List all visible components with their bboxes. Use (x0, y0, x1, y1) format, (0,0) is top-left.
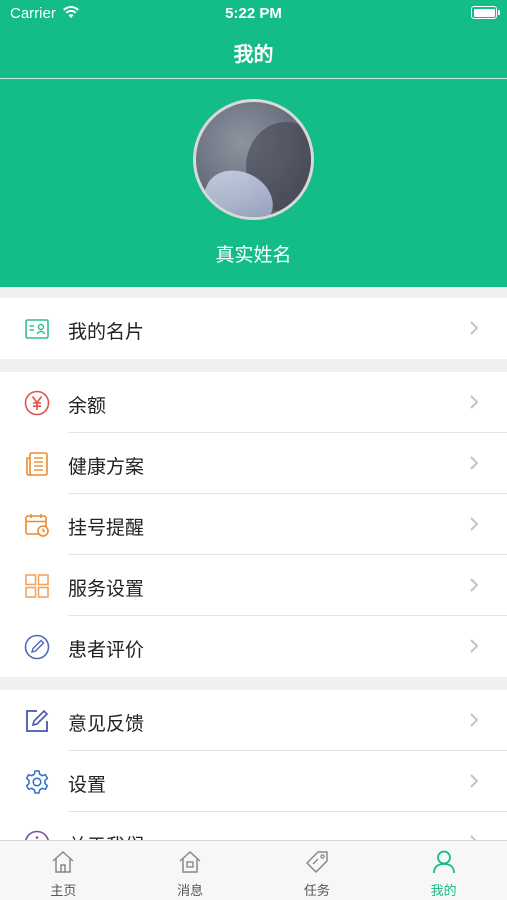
chevron-right-icon (470, 395, 479, 409)
tab-label: 消息 (177, 884, 204, 899)
menu-item-label: 患者评价 (68, 639, 145, 661)
menu-item-about-us[interactable]: 关于我们 (0, 812, 507, 840)
avatar[interactable] (193, 99, 314, 220)
tab-label: 任务 (303, 884, 330, 899)
tag-icon (306, 851, 328, 873)
document-icon (26, 452, 48, 476)
menu-item-feedback[interactable]: 意见反馈 (0, 690, 507, 751)
menu-item-appointment-reminder[interactable]: 挂号提醒 (0, 494, 507, 555)
menu-item-label: 余额 (68, 395, 107, 417)
tab-bar: 主页 消息 任务 我的 (0, 840, 507, 900)
calendar-clock-icon (25, 514, 49, 537)
chevron-right-icon (470, 639, 479, 653)
menu-group-general: 意见反馈 设置 关于我们 (0, 690, 507, 840)
chevron-right-icon (470, 456, 479, 470)
status-bar: Carrier 5:22 PM (0, 0, 507, 28)
battery-icon (471, 6, 500, 19)
page-title: 我的 (233, 42, 274, 66)
chevron-right-icon (470, 713, 479, 727)
person-icon (432, 850, 455, 874)
menu-item-health-plan[interactable]: 健康方案 (0, 433, 507, 494)
menu-item-service-settings[interactable]: 服务设置 (0, 555, 507, 616)
chevron-right-icon (470, 774, 479, 788)
tab-tasks[interactable]: 任务 (254, 841, 381, 900)
profile-header: Carrier 5:22 PM 我的 真实姓名 (0, 0, 507, 287)
gear-icon (25, 770, 49, 794)
menu-group-services: 余额 健康方案 挂号提醒 服务设置 患者评价 (0, 372, 507, 677)
edit-icon (26, 709, 49, 732)
menu-item-label: 我的名片 (68, 321, 145, 343)
menu-group-card: 我的名片 (0, 298, 507, 359)
profile-name: 真实姓名 (215, 244, 292, 266)
yen-icon (24, 390, 50, 416)
menu-item-balance[interactable]: 余额 (0, 372, 507, 433)
tab-home[interactable]: 主页 (0, 841, 127, 900)
menu-item-label: 关于我们 (68, 831, 144, 840)
tab-messages[interactable]: 消息 (127, 841, 254, 900)
tab-label: 我的 (430, 884, 457, 899)
chevron-right-icon (470, 517, 479, 531)
menu-item-label: 设置 (68, 774, 107, 796)
menu-item-patient-reviews[interactable]: 患者评价 (0, 616, 507, 677)
nav-divider (0, 78, 507, 79)
message-home-icon (179, 850, 201, 873)
menu-item-label: 健康方案 (68, 456, 145, 478)
tab-label: 主页 (50, 884, 77, 899)
menu-item-label: 服务设置 (68, 578, 145, 600)
clock: 5:22 PM (225, 5, 282, 22)
business-card-icon (25, 319, 49, 339)
menu-item-label: 挂号提醒 (68, 517, 145, 539)
menu-item-label: 意见反馈 (68, 713, 145, 735)
chevron-right-icon (470, 578, 479, 592)
menu-item-business-card[interactable]: 我的名片 (0, 298, 507, 359)
grid-icon (25, 574, 49, 598)
chevron-right-icon (470, 321, 479, 335)
pen-circle-icon (24, 634, 50, 660)
tab-mine[interactable]: 我的 (380, 841, 507, 900)
home-icon (52, 850, 74, 873)
info-icon (25, 830, 49, 840)
menu-item-settings[interactable]: 设置 (0, 751, 507, 812)
